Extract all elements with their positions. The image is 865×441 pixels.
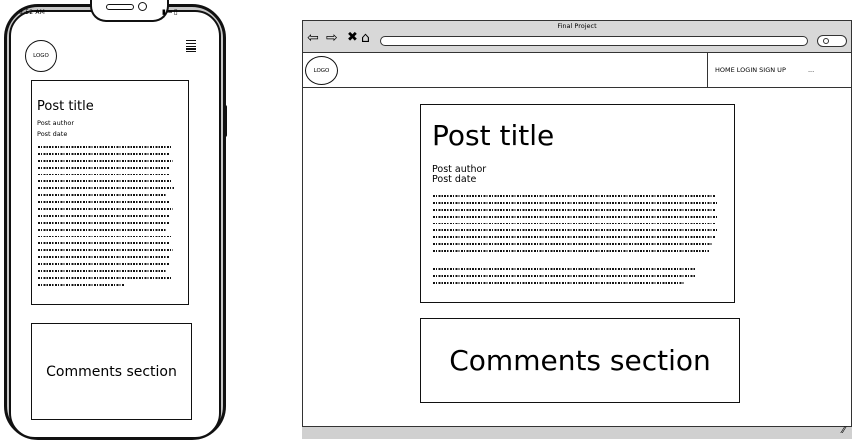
placeholder-text-line	[433, 208, 716, 211]
placeholder-text-line	[433, 250, 710, 253]
phone-side-button	[223, 105, 227, 137]
desktop-post-body-paragraph-2	[433, 268, 703, 289]
placeholder-text-line	[433, 243, 713, 246]
placeholder-text-line	[433, 274, 695, 277]
mobile-post-title: Post title	[37, 99, 94, 114]
mobile-comments-section: Comments section	[31, 323, 192, 420]
close-icon[interactable]: ✖	[347, 30, 358, 46]
search-icon	[823, 38, 829, 44]
desktop-post-body-paragraph-1	[433, 195, 721, 257]
desktop-post-date: Post date	[432, 174, 477, 185]
placeholder-text-line	[38, 276, 172, 279]
address-bar[interactable]	[380, 36, 808, 46]
forward-arrow-icon[interactable]: ⇨	[326, 30, 338, 46]
placeholder-text-line	[38, 173, 169, 176]
placeholder-text-line	[433, 281, 685, 284]
desktop-logo[interactable]: LOGO	[305, 56, 338, 85]
placeholder-text-line	[38, 152, 169, 155]
placeholder-text-line	[38, 283, 125, 286]
browser-status-bar	[302, 426, 852, 439]
placeholder-text-line	[433, 268, 695, 270]
desktop-post-title: Post title	[432, 119, 555, 152]
resize-grip-icon[interactable]: ⁄⁄	[842, 426, 845, 436]
placeholder-text-line	[38, 208, 173, 210]
placeholder-text-line	[38, 270, 168, 272]
placeholder-text-line	[38, 228, 168, 231]
phone-camera	[138, 2, 147, 11]
hamburger-menu-icon[interactable]	[186, 40, 196, 53]
status-time: 9:52 AM	[19, 9, 46, 16]
mobile-post-author: Post author	[37, 119, 75, 127]
placeholder-text-line	[38, 221, 169, 224]
placeholder-text-line	[433, 229, 719, 232]
placeholder-text-line	[38, 201, 169, 204]
placeholder-text-line	[38, 166, 170, 169]
phone-notch	[90, 0, 169, 22]
status-icons: ▮≈▯	[162, 8, 179, 16]
placeholder-text-line	[433, 215, 719, 218]
placeholder-text-line	[38, 242, 169, 245]
mobile-logo[interactable]: LOGO	[25, 40, 57, 72]
mobile-comments-label: Comments section	[46, 363, 177, 380]
placeholder-text-line	[38, 249, 173, 252]
placeholder-text-line	[433, 201, 719, 204]
phone-speaker	[106, 4, 134, 10]
browser-window-title: Final Project	[557, 22, 597, 30]
placeholder-text-line	[433, 222, 716, 225]
nav-more[interactable]: ...	[808, 66, 814, 74]
back-arrow-icon[interactable]: ⇦	[307, 30, 319, 46]
mobile-post-date: Post date	[37, 130, 68, 138]
placeholder-text-line	[38, 194, 166, 197]
placeholder-text-line	[38, 180, 172, 183]
placeholder-text-line	[38, 235, 172, 238]
placeholder-text-line	[433, 236, 716, 239]
placeholder-text-line	[38, 263, 169, 266]
desktop-comments-label: Comments section	[449, 344, 711, 377]
wifi-icon: ≈	[166, 8, 174, 16]
placeholder-text-line	[38, 214, 170, 217]
battery-icon: ▯	[173, 8, 179, 16]
placeholder-text-line	[38, 146, 172, 148]
desktop-comments-section: Comments section	[420, 318, 740, 403]
placeholder-text-line	[38, 256, 170, 259]
home-icon[interactable]: ⌂	[361, 30, 370, 46]
placeholder-text-line	[38, 159, 173, 162]
browser-search-button[interactable]	[817, 35, 847, 47]
placeholder-text-line	[433, 195, 716, 197]
nav-links[interactable]: HOME LOGIN SIGN UP ...	[715, 66, 814, 74]
mobile-logo-text: LOGO	[33, 53, 49, 59]
placeholder-text-line	[38, 187, 175, 190]
nav-links-text[interactable]: HOME LOGIN SIGN UP	[715, 66, 786, 74]
mobile-post-body	[38, 146, 183, 291]
desktop-logo-text: LOGO	[313, 67, 330, 74]
